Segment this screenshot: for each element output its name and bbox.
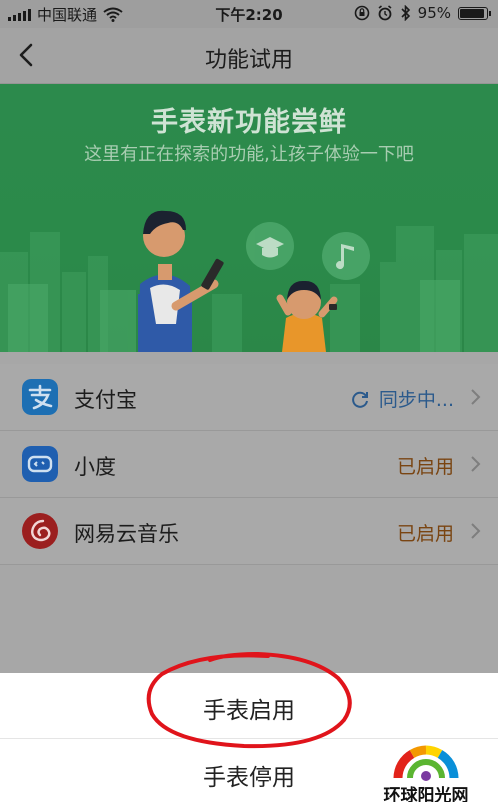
app-list: 支付宝 同步中... 小度 已启用 网易云音乐 已启用 <box>0 364 498 565</box>
app-name: 网易云音乐 <box>74 522 179 546</box>
alarm-icon <box>378 5 392 21</box>
app-status: 已启用 <box>396 456 454 478</box>
graduation-bubble <box>246 222 294 270</box>
watermark-text: 环球阳光网 <box>383 786 469 802</box>
rainbow-logo-icon <box>393 745 459 781</box>
chevron-right-icon <box>471 456 481 472</box>
father-figure <box>138 210 224 352</box>
banner-headline: 手表新功能尝鲜 <box>151 107 347 138</box>
status-bar: 中国联通 下午2:20 95% <box>0 0 498 28</box>
sync-icon <box>352 391 368 408</box>
music-bubble <box>322 232 370 280</box>
girl-figure <box>276 280 338 352</box>
app-name: 支付宝 <box>74 388 137 412</box>
status-right: 95% <box>354 4 491 22</box>
alipay-icon <box>22 379 58 415</box>
battery-percent: 95% <box>417 4 451 22</box>
chevron-right-icon <box>471 523 481 539</box>
netease-music-icon <box>22 513 58 549</box>
battery-icon <box>458 6 491 20</box>
orientation-lock-icon <box>354 5 369 21</box>
list-item-alipay[interactable]: 支付宝 同步中... <box>0 364 498 431</box>
annotation-circle <box>146 651 352 749</box>
page-title: 功能试用 <box>204 48 293 73</box>
chevron-right-icon <box>471 389 481 405</box>
list-item-netease-music[interactable]: 网易云音乐 已启用 <box>0 498 498 565</box>
bluetooth-icon <box>401 5 410 21</box>
xiaodu-icon <box>22 446 58 482</box>
app-name: 小度 <box>74 455 116 479</box>
app-status: 同步中... <box>378 389 454 411</box>
disable-label: 手表停用 <box>203 765 295 791</box>
nav-bar: 功能试用 <box>0 28 498 84</box>
banner-subline: 这里有正在探索的功能,让孩子体验一下吧 <box>84 144 414 165</box>
feature-banner: 手表新功能尝鲜 这里有正在探索的功能,让孩子体验一下吧 <box>0 84 498 352</box>
watermark-logo: 环球阳光网 <box>376 736 476 802</box>
app-status: 已启用 <box>396 523 454 545</box>
list-item-xiaodu[interactable]: 小度 已启用 <box>0 431 498 498</box>
